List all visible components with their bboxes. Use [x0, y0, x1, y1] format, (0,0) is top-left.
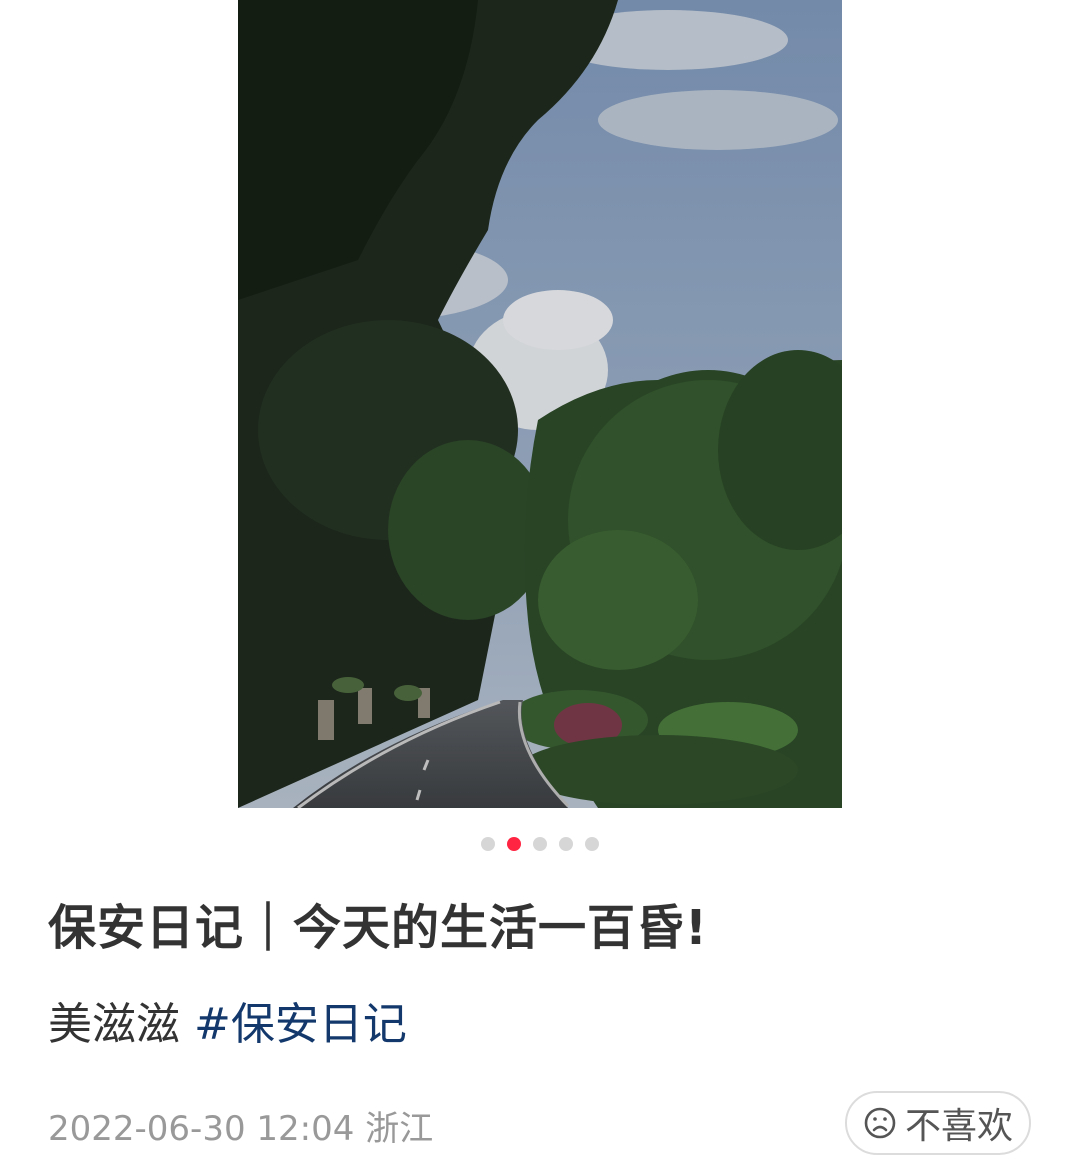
post-date: 2022-06-30 12:04 — [48, 1109, 355, 1149]
post-title: 保安日记｜今天的生活一百昏! — [48, 900, 708, 956]
dislike-label: 不喜欢 — [904, 1106, 1013, 1147]
carousel-indicator — [0, 837, 1080, 851]
carousel-dot[interactable] — [559, 837, 573, 851]
dislike-button[interactable]: 不喜欢 — [845, 1091, 1031, 1155]
post-image[interactable] — [238, 0, 842, 808]
frown-face-icon — [864, 1107, 896, 1139]
hashtag-link[interactable]: #保安日记 — [194, 999, 407, 1050]
post-meta: 2022-06-30 12:04 浙江 — [48, 1101, 433, 1150]
carousel-dot[interactable] — [533, 837, 547, 851]
post-location: 浙江 — [365, 1109, 434, 1149]
post-body: 美滋滋 #保安日记 — [48, 988, 407, 1052]
carousel-dot-active[interactable] — [507, 837, 521, 851]
carousel-dot[interactable] — [585, 837, 599, 851]
landscape-photo — [238, 0, 842, 808]
post-body-text: 美滋滋 — [48, 999, 180, 1050]
carousel-dot[interactable] — [481, 837, 495, 851]
